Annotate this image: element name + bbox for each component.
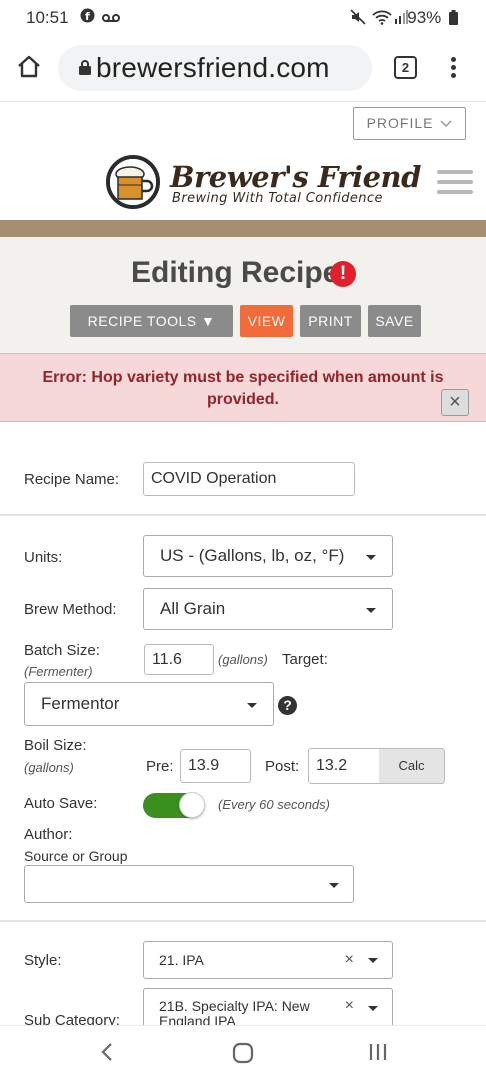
sub-category-value-line1: 21B. Specialty IPA: New xyxy=(159,998,310,1014)
target-label: Target: xyxy=(282,651,328,668)
save-button[interactable]: SAVE xyxy=(368,305,421,337)
facebook-icon: f xyxy=(80,8,95,26)
sub-category-select[interactable]: 21B. Specialty IPA: New England IPA × xyxy=(143,988,393,1028)
dropdown-caret-icon xyxy=(366,608,376,613)
error-message: Error: Hop variety must be specified whe… xyxy=(42,369,444,408)
profile-button[interactable]: PROFILE xyxy=(353,107,466,140)
battery-icon xyxy=(449,10,458,25)
units-label: Units: xyxy=(24,549,63,566)
target-select[interactable]: Fermentor xyxy=(24,682,274,726)
error-alert-icon: ! xyxy=(330,261,356,287)
units-select[interactable]: US - (Gallons, lb, oz, °F) xyxy=(143,535,393,577)
batch-size-input[interactable]: 11.6 xyxy=(144,644,214,675)
battery-percent: 93% xyxy=(407,8,442,27)
source-group-select[interactable] xyxy=(24,865,354,903)
dropdown-caret-icon xyxy=(368,1006,378,1011)
signal-icon xyxy=(394,10,408,27)
close-error-button[interactable]: × xyxy=(441,389,469,416)
units-selected-value: US - (Gallons, lb, oz, °F) xyxy=(160,546,345,565)
profile-label: PROFILE xyxy=(366,115,434,131)
brew-method-label: Brew Method: xyxy=(24,601,117,618)
tab-switcher-button[interactable]: 2 xyxy=(394,56,417,79)
dropdown-caret-icon xyxy=(366,555,376,560)
post-boil-label: Post: xyxy=(265,758,300,775)
post-boil-input[interactable]: 13.2 xyxy=(308,748,380,784)
calc-button[interactable]: Calc xyxy=(379,748,445,784)
brew-method-select[interactable]: All Grain xyxy=(143,588,393,630)
browser-toolbar: brewersfriend.com 2 xyxy=(0,36,486,102)
logo-wordmark[interactable]: Brewer's Friend xyxy=(170,160,421,194)
mute-icon xyxy=(350,9,366,28)
batch-size-label: Batch Size: xyxy=(24,642,100,659)
voicemail-icon xyxy=(102,10,120,26)
print-button[interactable]: PRINT xyxy=(300,305,361,337)
style-label: Style: xyxy=(24,952,62,969)
clear-style-icon[interactable]: × xyxy=(345,942,354,978)
site-menu-button[interactable] xyxy=(437,170,473,196)
wifi-icon xyxy=(372,9,392,28)
boil-size-label: Boil Size: xyxy=(24,737,87,754)
recipe-tools-button[interactable]: RECIPE TOOLS ▼ xyxy=(70,305,233,337)
lock-icon xyxy=(79,60,91,75)
clock: 10:51 xyxy=(26,8,69,27)
pre-boil-input[interactable]: 13.9 xyxy=(180,749,251,783)
auto-save-label: Auto Save: xyxy=(24,795,98,812)
home-icon xyxy=(18,55,40,78)
svg-text:f: f xyxy=(85,10,90,23)
system-nav-bar xyxy=(0,1025,486,1080)
recipe-name-input[interactable]: COVID Operation xyxy=(143,462,355,496)
pre-boil-label: Pre: xyxy=(146,758,174,775)
page-title: Editing Recipe xyxy=(131,256,340,289)
batch-size-unit: (gallons) xyxy=(218,652,268,667)
batch-size-sublabel: (Fermenter) xyxy=(24,664,93,679)
section-divider xyxy=(0,514,486,516)
view-button[interactable]: VIEW xyxy=(240,305,293,337)
status-bar: 10:51 f 93% xyxy=(0,0,486,36)
style-select[interactable]: 21. IPA × xyxy=(143,941,393,979)
url-text: brewersfriend.com xyxy=(96,52,330,83)
brew-method-selected-value: All Grain xyxy=(160,599,226,618)
battery-level: 93% xyxy=(407,8,458,28)
browser-menu-button[interactable] xyxy=(448,54,458,82)
toggle-knob[interactable] xyxy=(179,792,205,818)
source-label: Source or Group xyxy=(24,848,128,864)
recent-apps-icon[interactable] xyxy=(368,1042,388,1062)
style-selected-value: 21. IPA xyxy=(159,952,204,968)
dropdown-caret-icon xyxy=(368,958,378,963)
auto-save-note: (Every 60 seconds) xyxy=(218,797,330,812)
dropdown-caret-icon xyxy=(329,883,339,888)
brand-divider xyxy=(0,220,486,237)
author-label: Author: xyxy=(24,826,73,843)
recipe-name-label: Recipe Name: xyxy=(24,471,120,488)
home-button[interactable] xyxy=(16,54,42,80)
logo-tagline: Brewing With Total Confidence xyxy=(172,191,383,206)
help-icon[interactable]: ? xyxy=(278,696,297,715)
clear-sub-category-icon[interactable]: × xyxy=(345,998,354,1014)
chevron-down-icon xyxy=(440,120,452,128)
boil-size-sublabel: (gallons) xyxy=(24,760,74,775)
address-bar[interactable]: brewersfriend.com xyxy=(58,45,372,91)
back-icon[interactable] xyxy=(100,1042,114,1062)
logo-mug-icon xyxy=(106,155,160,209)
section-divider xyxy=(0,920,486,922)
target-selected-value: Fermentor xyxy=(41,694,120,713)
dropdown-caret-icon xyxy=(247,703,257,708)
home-nav-icon[interactable] xyxy=(232,1042,254,1064)
